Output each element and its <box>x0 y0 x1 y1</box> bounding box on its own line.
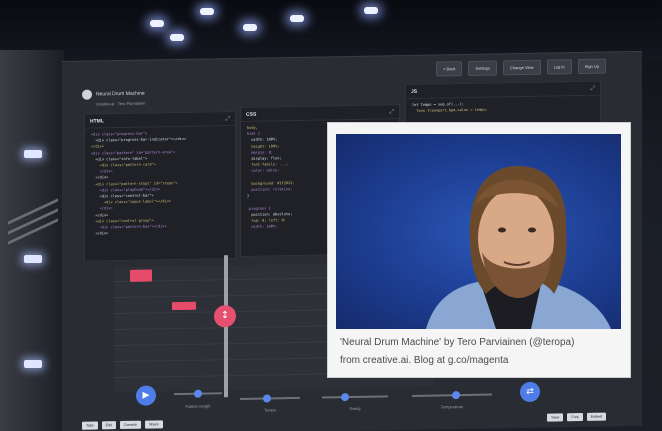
credit-line-2: from creative.ai. Blog at g.co/magenta <box>340 355 509 366</box>
tempo-slider[interactable] <box>240 394 300 403</box>
slider-thumb[interactable] <box>452 391 460 400</box>
ceiling-light <box>170 34 184 41</box>
temperature-label: Temperature <box>440 404 464 410</box>
drum-note[interactable] <box>172 301 196 311</box>
editor-footer-right: Save Fork Embed <box>547 412 606 422</box>
app-title: Neural Drum Machine <box>96 90 145 98</box>
regenerate-button[interactable]: ⇄ <box>520 381 540 403</box>
temperature-slider[interactable] <box>412 391 492 400</box>
pattern-length-label: Pattern length <box>185 403 211 409</box>
expand-icon[interactable]: ⤢ <box>225 115 230 123</box>
tempo-label: Tempo <box>263 407 277 413</box>
html-code[interactable]: <div class="progress-bar"> <div class="p… <box>85 126 235 240</box>
ceiling-light <box>200 8 214 15</box>
top-toolbar: < Back Settings Change View Log In Sign … <box>436 58 606 77</box>
venue-side-wall <box>0 50 64 431</box>
play-button[interactable]: ▶ <box>136 385 156 406</box>
ceiling-light <box>364 7 378 14</box>
html-panel-title: HTML <box>90 117 104 125</box>
presentation-stage: Neural Drum Machine creative.ai · Tero P… <box>0 0 662 431</box>
drum-note[interactable] <box>130 269 152 282</box>
app-subtitle: creative.ai · Tero Parviainen <box>96 100 146 107</box>
wall-light <box>24 255 42 263</box>
expand-icon[interactable]: ⤢ <box>590 84 595 92</box>
venue-ceiling <box>0 0 662 60</box>
editor-footer-left: Tabs Edit Console Share <box>82 420 163 430</box>
slider-thumb[interactable] <box>341 393 349 402</box>
ceiling-light <box>290 15 304 22</box>
app-header: Neural Drum Machine <box>82 89 145 100</box>
expand-icon[interactable]: ⤢ <box>389 108 394 116</box>
log-in-button[interactable]: Log In <box>546 59 572 75</box>
speaker-photo <box>336 134 621 329</box>
wall-light <box>24 150 42 158</box>
swing-slider[interactable] <box>322 393 388 402</box>
app-logo-icon <box>82 89 92 100</box>
share-button[interactable]: Share <box>144 420 163 429</box>
speaker-card: 'Neural Drum Machine' by Tero Parviainen… <box>327 122 631 378</box>
sign-up-button[interactable]: Sign Up <box>577 58 606 75</box>
back-button[interactable]: < Back <box>436 61 463 77</box>
fork-button[interactable]: Fork <box>567 412 583 422</box>
wall-light <box>24 360 42 368</box>
html-editor-panel[interactable]: HTML ⤢ <div class="progress-bar"> <div c… <box>84 111 236 262</box>
settings-button[interactable]: Settings <box>468 60 497 76</box>
change-view-button[interactable]: Change View <box>502 59 541 76</box>
ceiling-light <box>243 24 257 31</box>
swing-label: Swing <box>349 405 361 412</box>
embed-button[interactable]: Embed <box>586 412 606 421</box>
slider-thumb[interactable] <box>263 394 271 403</box>
ceiling-light <box>150 20 164 27</box>
slider-thumb[interactable] <box>194 389 202 398</box>
edit-button[interactable]: Edit <box>101 421 116 430</box>
speaker-portrait <box>426 166 611 329</box>
credit-line-1: 'Neural Drum Machine' by Tero Parviainen… <box>340 337 575 348</box>
pattern-length-slider[interactable] <box>174 389 222 398</box>
console-button[interactable]: Console <box>119 420 141 430</box>
js-panel-title: JS <box>411 88 418 95</box>
save-button[interactable]: Save <box>547 413 564 422</box>
css-panel-title: CSS <box>246 111 257 118</box>
tabs-button[interactable]: Tabs <box>82 421 98 430</box>
